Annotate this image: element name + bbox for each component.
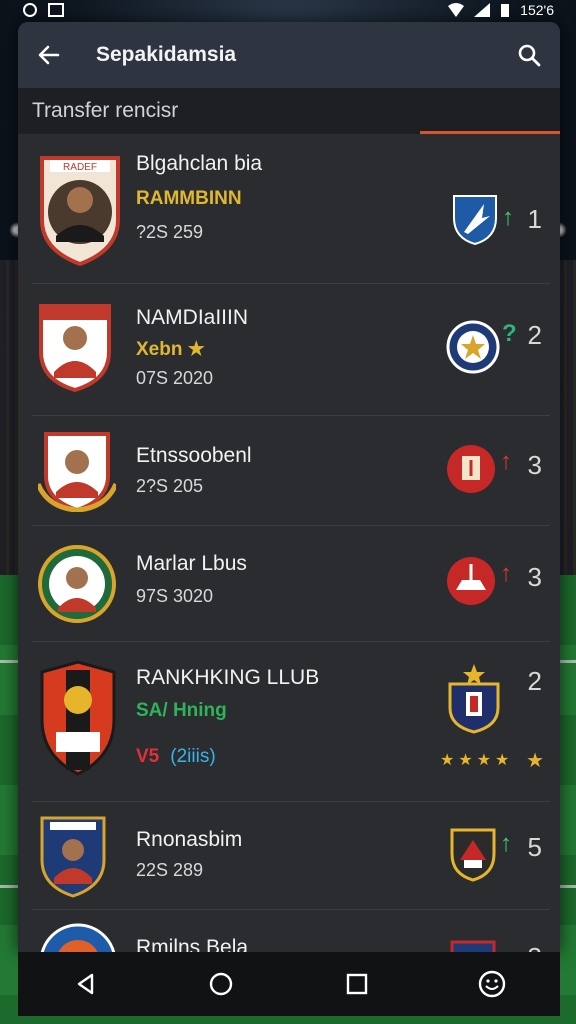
club-crest-icon bbox=[450, 828, 496, 882]
wifi-icon bbox=[448, 3, 465, 17]
club-stats: V5 (2iiis) bbox=[136, 746, 216, 768]
rank-number: 5 bbox=[527, 832, 542, 862]
rank-number: 1 bbox=[527, 204, 542, 234]
favorite-star-icon[interactable]: ★ bbox=[526, 748, 544, 773]
back-triangle-icon[interactable] bbox=[71, 969, 101, 999]
club-crest-icon bbox=[446, 320, 500, 374]
rank-number: 2 bbox=[527, 666, 542, 696]
player-stats: 07S 2020 bbox=[136, 368, 214, 388]
rank-number: 3 bbox=[527, 450, 542, 480]
list-item[interactable]: NAMDIaIIIN Xebn ★ 07S 2020 ? 2 bbox=[32, 284, 550, 416]
badge-text: RADEF bbox=[63, 162, 97, 173]
app-panel: Sepakidamsia Transfer rencisr RADEF Blga… bbox=[18, 22, 560, 952]
player-stats: 2?S 205 bbox=[136, 476, 204, 496]
battery-icon bbox=[501, 4, 510, 17]
club-crest-icon bbox=[453, 195, 497, 246]
player-badge-icon bbox=[39, 304, 111, 392]
trend-up-icon: ↑ bbox=[502, 204, 514, 231]
page-title: Sepakidamsia bbox=[96, 43, 237, 66]
list-item[interactable]: RANKHKING LLUB SA/ Hning V5 (2iiis) 2 ★★… bbox=[32, 642, 550, 802]
list-item[interactable]: RADEF Blgahclan bia RAMMBINN ?2S 259 ↑ 1 bbox=[32, 134, 550, 284]
club-crest-icon bbox=[447, 557, 495, 605]
player-role: Xebn ★ bbox=[136, 339, 205, 360]
list-item[interactable]: Marlar Lbus 97S 3020 ↑ 3 bbox=[32, 526, 550, 642]
status-time: 152'6 bbox=[520, 2, 554, 18]
player-stats: ?2S 259 bbox=[136, 222, 204, 242]
image-icon bbox=[48, 3, 64, 17]
status-bar: 152'6 bbox=[0, 0, 576, 20]
signal-icon bbox=[474, 3, 491, 17]
player-name: NAMDIaIIIN bbox=[136, 306, 249, 329]
home-circle-icon[interactable] bbox=[206, 969, 236, 999]
stat-red: V5 bbox=[136, 746, 160, 767]
trend-up-icon: ↑ bbox=[500, 830, 512, 857]
list-item[interactable]: Etnssoobenl 2?S 205 ↑ 3 bbox=[32, 416, 550, 526]
rank-number: 2 bbox=[527, 320, 542, 350]
tab-transfer[interactable]: Transfer rencisr bbox=[18, 88, 560, 134]
club-crest-icon bbox=[448, 664, 500, 734]
rank-number: 3 bbox=[528, 942, 542, 952]
club-shield-icon bbox=[40, 660, 116, 776]
player-name: Etnssoobenl bbox=[136, 444, 252, 467]
tab-label: Transfer rencisr bbox=[32, 99, 179, 122]
player-badge-icon: RADEF bbox=[40, 156, 120, 266]
club-crest-icon bbox=[40, 923, 116, 952]
trend-up-icon: ↑ bbox=[500, 560, 512, 587]
player-badge-icon bbox=[38, 545, 116, 623]
trend-up-icon: ↑ bbox=[500, 448, 512, 475]
app-bar: Sepakidamsia bbox=[18, 22, 560, 88]
club-name: RANKHKING LLUB bbox=[136, 666, 320, 689]
search-icon[interactable] bbox=[516, 42, 542, 68]
player-badge-icon bbox=[38, 432, 116, 512]
club-subtitle: SA/ Hning bbox=[136, 700, 227, 721]
ranking-list: RADEF Blgahclan bia RAMMBINN ?2S 259 ↑ 1… bbox=[18, 134, 560, 952]
player-name: Blgahclan bia bbox=[136, 152, 263, 175]
rating-stars: ★★★★ bbox=[440, 752, 514, 769]
player-name: Rnonasbim bbox=[136, 828, 243, 851]
arrow-left-icon[interactable] bbox=[36, 42, 62, 68]
player-badge-icon bbox=[40, 816, 106, 898]
club-crest-icon bbox=[447, 445, 495, 493]
system-nav-bar bbox=[18, 952, 560, 1016]
player-stats: 97S 3020 bbox=[136, 586, 214, 606]
stat-blue: (2iiis) bbox=[170, 746, 216, 767]
player-stats: 22S 289 bbox=[136, 860, 204, 880]
player-name: Rmilns Bela bbox=[136, 936, 249, 952]
alarm-icon bbox=[23, 3, 37, 17]
list-item[interactable]: Rnonasbim 22S 289 ↑ 5 bbox=[32, 802, 550, 910]
list-item[interactable]: Rmilns Bela 3 bbox=[32, 910, 550, 952]
smiley-icon[interactable] bbox=[477, 969, 507, 999]
player-role: RAMMBINN bbox=[136, 188, 242, 209]
trend-neutral-icon: ? bbox=[502, 320, 517, 347]
recents-square-icon[interactable] bbox=[342, 969, 372, 999]
rank-number: 3 bbox=[527, 562, 542, 592]
player-name: Marlar Lbus bbox=[136, 552, 247, 575]
club-crest-icon bbox=[450, 940, 496, 952]
